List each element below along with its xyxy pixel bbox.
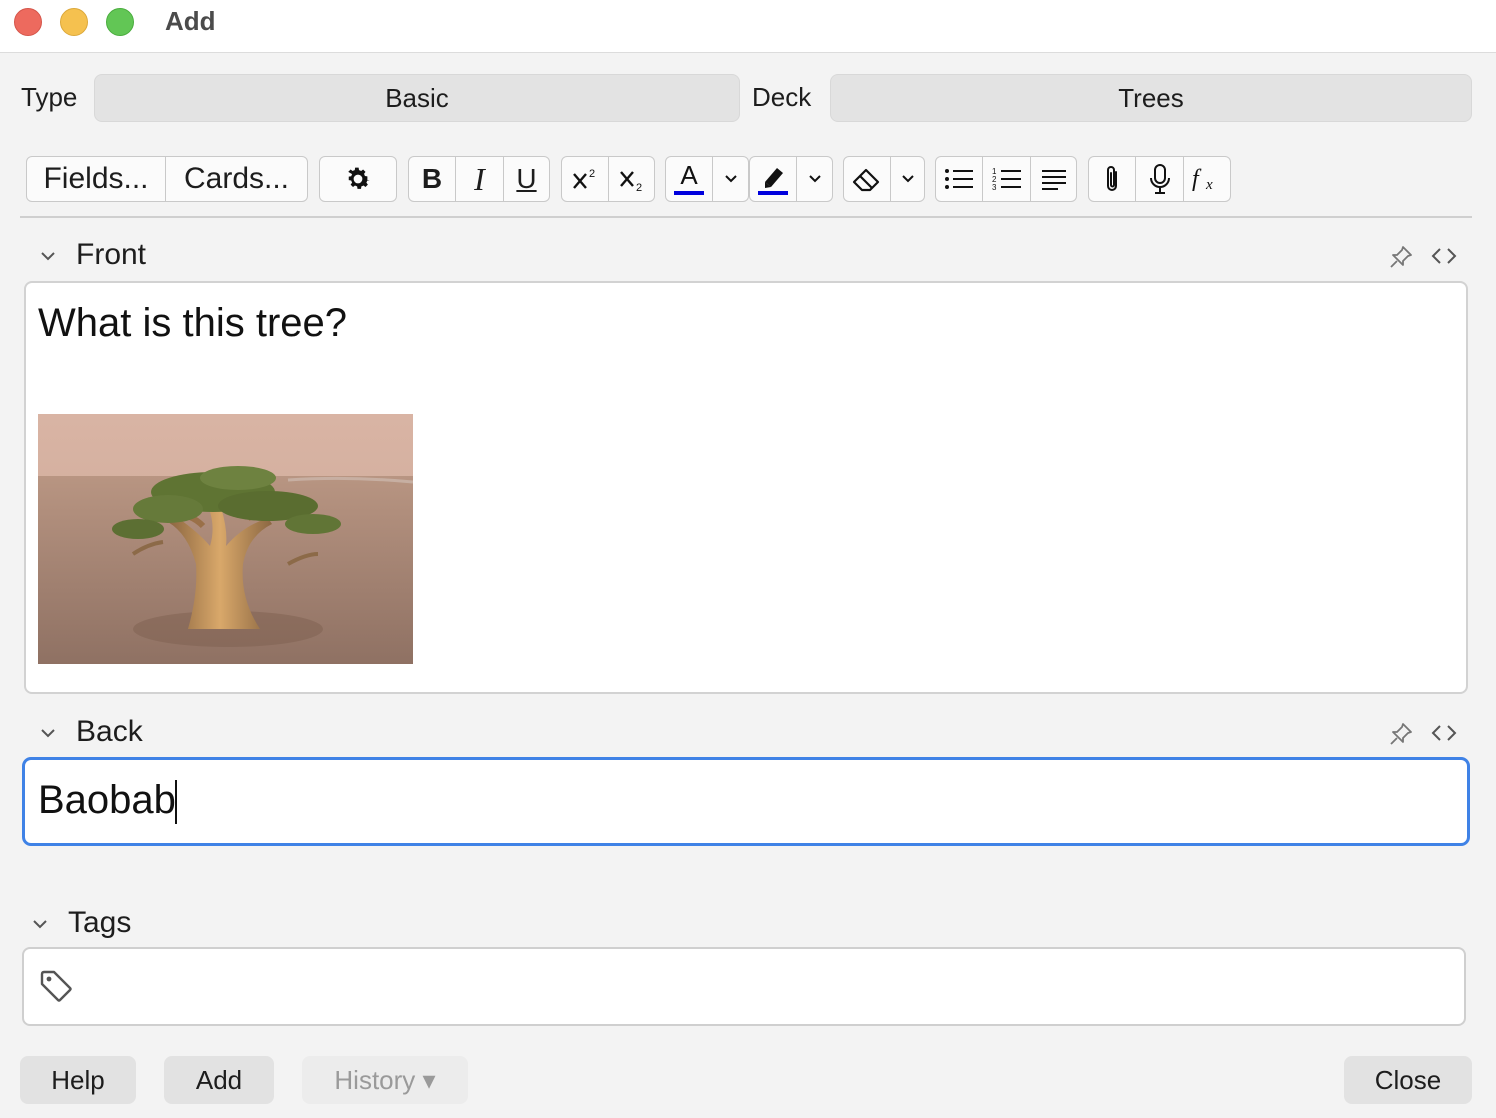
cards-button-label: Cards... [183, 162, 290, 195]
fields-button-label: Fields... [43, 162, 149, 195]
italic-icon: I [474, 160, 485, 197]
italic-button[interactable]: I [456, 156, 504, 202]
svg-text:A: A [680, 160, 698, 190]
function-icon: fx [1192, 166, 1213, 193]
paperclip-icon [1107, 166, 1117, 191]
deck-selector[interactable]: Trees [830, 74, 1472, 122]
back-field-label: Back [76, 715, 143, 748]
microphone-icon [1149, 164, 1170, 194]
front-collapse-chevron-icon[interactable] [38, 248, 58, 264]
title-bar: Add [0, 0, 1496, 53]
add-button[interactable]: Add [164, 1056, 274, 1104]
options-button[interactable] [319, 156, 397, 202]
close-window-button[interactable] [14, 8, 42, 36]
eraser-icon [852, 168, 880, 192]
clear-formatting-button[interactable] [843, 156, 891, 202]
html-editor-icon[interactable] [1429, 244, 1459, 268]
add-button-label: Add [195, 1064, 243, 1095]
subscript-icon: 2 [619, 171, 642, 194]
tags-label: Tags [68, 906, 132, 939]
note-type-selector[interactable]: Basic [94, 74, 740, 122]
chevron-down-icon [724, 175, 737, 183]
superscript-button[interactable]: 2 [561, 156, 609, 202]
highlight-color-button[interactable] [749, 156, 797, 202]
superscript-icon: 2 [573, 168, 595, 189]
html-editor-icon[interactable] [1429, 721, 1459, 745]
unordered-list-button[interactable] [935, 156, 983, 202]
front-field-text: What is this tree? [38, 301, 348, 345]
back-field-text: Baobab [38, 778, 176, 822]
tags-input[interactable] [22, 947, 1466, 1026]
bold-icon: B [421, 163, 443, 194]
svg-text:2: 2 [589, 168, 595, 180]
bulleted-list-icon [945, 169, 973, 189]
align-left-icon [1041, 170, 1066, 190]
back-field-editor[interactable] [22, 757, 1470, 846]
svg-text:x: x [1205, 177, 1213, 193]
deck-label: Deck [752, 82, 812, 112]
help-button[interactable]: Help [20, 1056, 136, 1104]
record-audio-button[interactable] [1136, 156, 1184, 202]
numbered-list-icon: 123 [992, 167, 1021, 192]
text-color-icon: A [674, 160, 704, 195]
toolbar-divider [20, 216, 1472, 218]
underline-icon: U [516, 163, 537, 194]
cards-button[interactable]: Cards... [166, 156, 308, 202]
help-button-label: Help [51, 1064, 105, 1095]
type-label: Type [21, 82, 78, 112]
math-button[interactable]: fx [1184, 156, 1231, 202]
pin-icon[interactable] [1388, 721, 1414, 747]
close-button[interactable]: Close [1344, 1056, 1472, 1104]
text-caret [175, 780, 177, 824]
alignment-button[interactable] [1031, 156, 1077, 202]
chevron-down-icon [901, 175, 914, 183]
chevron-down-icon [808, 175, 821, 183]
bold-button[interactable]: B [408, 156, 456, 202]
history-button-label: History ▾ [334, 1064, 436, 1095]
subscript-button[interactable]: 2 [609, 156, 655, 202]
zoom-window-button[interactable] [106, 8, 134, 36]
attach-file-button[interactable] [1088, 156, 1136, 202]
minimize-window-button[interactable] [60, 8, 88, 36]
ordered-list-button[interactable]: 123 [983, 156, 1031, 202]
svg-text:f: f [1192, 166, 1202, 192]
tags-collapse-chevron-icon[interactable] [30, 916, 50, 932]
front-field-label: Front [76, 238, 147, 271]
text-color-button[interactable]: A [665, 156, 713, 202]
window-title: Add [165, 6, 216, 36]
tag-icon [40, 970, 72, 1002]
baobab-tree-image [38, 414, 413, 664]
highlight-color-dropdown[interactable] [797, 156, 833, 202]
underline-button[interactable]: U [504, 156, 550, 202]
pin-icon[interactable] [1388, 244, 1414, 270]
back-collapse-chevron-icon[interactable] [38, 725, 58, 741]
text-color-dropdown[interactable] [713, 156, 749, 202]
fields-button[interactable]: Fields... [26, 156, 166, 202]
svg-text:3: 3 [992, 183, 997, 192]
history-button[interactable]: History ▾ [302, 1056, 468, 1104]
close-button-label: Close [1374, 1064, 1442, 1095]
svg-text:2: 2 [636, 182, 642, 194]
clear-formatting-dropdown[interactable] [891, 156, 925, 202]
highlighter-icon [758, 168, 788, 195]
gear-icon [348, 167, 370, 189]
